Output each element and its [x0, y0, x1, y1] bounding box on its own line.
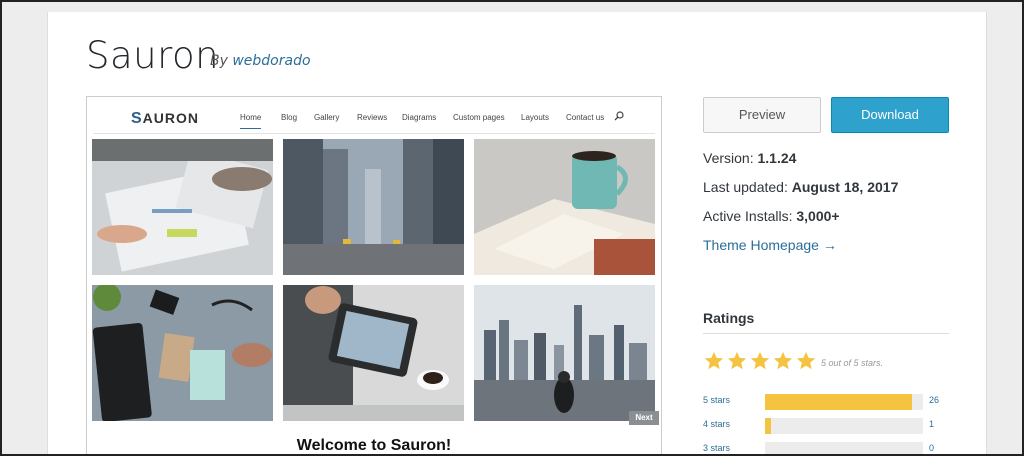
- theme-title: Sauron: [86, 34, 220, 77]
- logo-text: AURON: [142, 110, 200, 126]
- rating-row-5[interactable]: 5 stars 26: [703, 394, 963, 410]
- sauron-logo: SAURON: [131, 110, 199, 128]
- nav-item-home: Home: [240, 113, 262, 129]
- photo-skyline: [474, 285, 655, 421]
- star-rating: [703, 350, 818, 372]
- photo-desk: [92, 285, 273, 421]
- photo-tablet: [283, 285, 464, 421]
- slider-next-button: Next: [629, 411, 659, 425]
- rating-label[interactable]: 3 stars: [703, 443, 730, 453]
- version-value: 1.1.24: [757, 150, 797, 166]
- rating-bar: [765, 418, 923, 434]
- star-icon: [773, 351, 793, 370]
- photo-coffee-book: [474, 139, 655, 275]
- ratings-divider: [703, 333, 949, 334]
- author-link[interactable]: webdorado: [232, 53, 310, 69]
- search-icon: [614, 111, 624, 121]
- nav-item-contact: Contact us: [566, 113, 605, 122]
- star-icon: [727, 351, 747, 370]
- photo-city-street: [283, 139, 464, 275]
- version-row: Version: 1.1.24: [703, 150, 796, 166]
- rating-bar-fill: [765, 418, 772, 434]
- preview-button[interactable]: Preview: [703, 97, 821, 133]
- welcome-heading: Welcome to Sauron!: [296, 437, 452, 454]
- star-icon: [704, 351, 724, 370]
- star-icon: [796, 351, 816, 370]
- rating-bar-fill: [765, 394, 912, 410]
- theme-screenshot: SAURON Home Blog Gallery Reviews Diagram…: [86, 96, 662, 456]
- rating-label[interactable]: 5 stars: [703, 395, 730, 405]
- nav-item-diagrams: Diagrams: [402, 113, 437, 122]
- installs-value: 3,000+: [796, 208, 840, 224]
- stars-summary: 5 out of 5 stars.: [821, 358, 884, 368]
- logo-mark: S: [131, 110, 143, 127]
- nav-item-blog: Blog: [281, 113, 298, 122]
- screenshot-nav: SAURON Home Blog Gallery Reviews Diagram…: [87, 97, 661, 137]
- rating-row-3[interactable]: 3 stars 0: [703, 442, 963, 456]
- rating-count: 1: [929, 419, 935, 429]
- nav-item-custom-pages: Custom pages: [453, 113, 505, 122]
- nav-divider: [93, 133, 655, 134]
- theme-homepage-link[interactable]: Theme Homepage →: [703, 237, 837, 253]
- rating-count: 26: [929, 395, 940, 405]
- rating-count: 0: [929, 443, 935, 453]
- star-icon: [750, 351, 770, 370]
- updated-row: Last updated: August 18, 2017: [703, 179, 898, 195]
- installs-row: Active Installs: 3,000+: [703, 208, 840, 224]
- theme-page-card: Sauron By webdorado SAURON Home Blog Gal…: [47, 12, 987, 456]
- installs-label: Active Installs:: [703, 208, 793, 224]
- updated-value: August 18, 2017: [791, 179, 899, 195]
- rating-bar: [765, 442, 923, 456]
- rating-label[interactable]: 4 stars: [703, 419, 730, 429]
- rating-bar: [765, 394, 923, 410]
- theme-byline: By webdorado: [210, 53, 311, 69]
- nav-item-reviews: Reviews: [357, 113, 388, 122]
- ratings-heading: Ratings: [703, 310, 755, 326]
- version-label: Version:: [703, 150, 754, 166]
- updated-label: Last updated:: [703, 179, 788, 195]
- nav-item-gallery: Gallery: [314, 113, 340, 122]
- rating-row-4[interactable]: 4 stars 1: [703, 418, 963, 434]
- nav-item-layouts: Layouts: [521, 113, 550, 122]
- byline-prefix: By: [210, 53, 228, 69]
- photo-meeting: [92, 139, 273, 275]
- download-button[interactable]: Download: [831, 97, 949, 133]
